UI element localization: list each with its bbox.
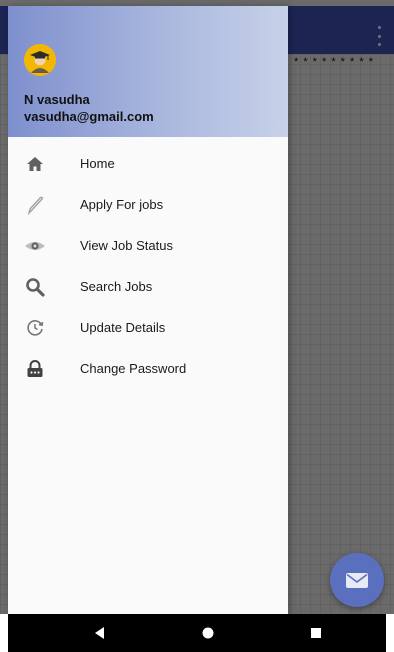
menu-item-update-details[interactable]: Update Details — [8, 307, 288, 348]
user-email: vasudha@gmail.com — [24, 109, 154, 124]
menu-item-view-job-status[interactable]: View Job Status — [8, 225, 288, 266]
pencil-icon — [23, 193, 47, 217]
menu-item-label: Change Password — [80, 361, 187, 376]
user-name: N vasudha — [24, 92, 90, 107]
menu-item-label: Apply For jobs — [80, 197, 164, 212]
drawer-menu: Home Apply For jobs View Job Status Sear… — [8, 143, 288, 389]
screen: * * * * * * * * * N vasudha vasudha@gmai — [0, 0, 394, 652]
menu-item-label: View Job Status — [80, 238, 173, 253]
navigation-drawer: N vasudha vasudha@gmail.com Home Apply F… — [8, 6, 288, 614]
eye-icon — [23, 234, 47, 258]
home-icon — [23, 152, 47, 176]
envelope-icon — [346, 572, 368, 588]
menu-item-change-password[interactable]: Change Password — [8, 348, 288, 389]
graduate-avatar-icon — [24, 44, 56, 76]
menu-item-search-jobs[interactable]: Search Jobs — [8, 266, 288, 307]
home-circle-icon[interactable] — [198, 623, 218, 643]
email-fab-button[interactable] — [330, 553, 384, 607]
lock-icon — [23, 357, 47, 381]
recents-square-icon[interactable] — [306, 623, 326, 643]
menu-item-home[interactable]: Home — [8, 143, 288, 184]
menu-item-apply-for-jobs[interactable]: Apply For jobs — [8, 184, 288, 225]
search-icon — [23, 275, 47, 299]
back-triangle-icon[interactable] — [90, 623, 110, 643]
menu-item-label: Search Jobs — [80, 279, 153, 294]
history-icon — [23, 316, 47, 340]
system-navigation-bar — [8, 614, 386, 652]
drawer-header: N vasudha vasudha@gmail.com — [8, 6, 288, 137]
menu-item-label: Update Details — [80, 320, 166, 335]
menu-item-label: Home — [80, 156, 115, 171]
